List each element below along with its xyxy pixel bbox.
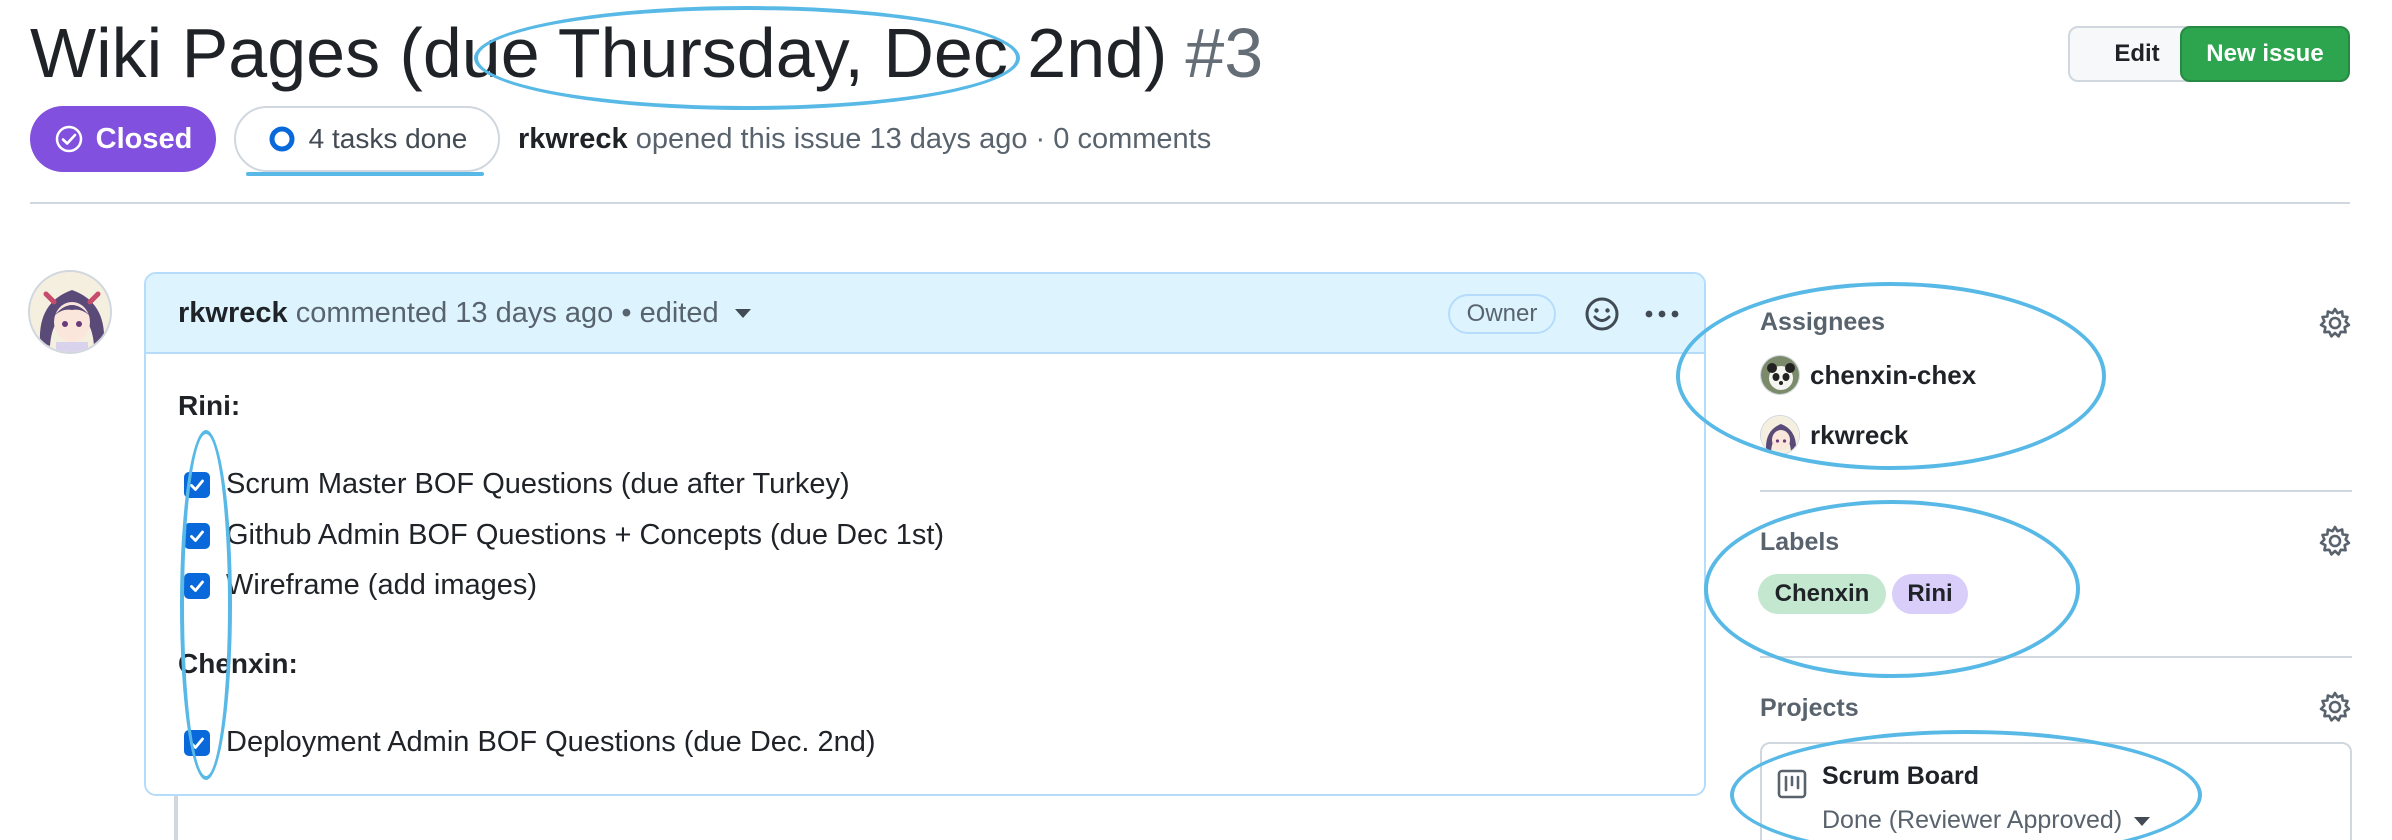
task-item: Github Admin BOF Questions + Concepts (d…: [184, 519, 944, 552]
chevron-down-icon[interactable]: [734, 308, 751, 318]
gear-icon[interactable]: [2318, 306, 2352, 340]
assignee-item[interactable]: rkwreck: [1760, 414, 1908, 456]
avatar[interactable]: [28, 270, 112, 354]
task-label: Wireframe (add images): [226, 569, 538, 601]
assignees-heading[interactable]: Assignees: [1760, 308, 1885, 337]
task-item: Deployment Admin BOF Questions (due Dec.…: [184, 726, 876, 759]
comment-meta: commented 13 days ago • edited: [295, 296, 719, 329]
status-label: Closed: [95, 122, 193, 155]
opened-text: opened this issue 13 days ago · 0 commen…: [635, 122, 1212, 155]
check-circle-icon: [55, 125, 82, 153]
owner-badge: Owner: [1448, 294, 1556, 334]
avatar: [1760, 355, 1800, 395]
gear-icon[interactable]: [2318, 524, 2352, 558]
assignee-item[interactable]: chenxin-chex: [1760, 354, 1976, 396]
timeline-line: [174, 796, 178, 840]
chevron-down-icon[interactable]: [2134, 816, 2151, 826]
task-item: Wireframe (add images): [184, 569, 537, 602]
comment-author-link[interactable]: rkwreck: [178, 297, 288, 329]
labels-heading[interactable]: Labels: [1760, 528, 1839, 557]
gear-icon[interactable]: [2318, 690, 2352, 724]
assignee-name: chenxin-chex: [1810, 359, 1977, 390]
label-chip-chenxin[interactable]: Chenxin: [1758, 574, 1886, 614]
progress-ring-icon: [269, 126, 295, 152]
project-name[interactable]: Scrum Board: [1822, 762, 1979, 791]
issue-meta: Closed 4 tasks done rkwreck opened this …: [30, 106, 1211, 172]
opened-info: rkwreck opened this issue 13 days ago · …: [518, 123, 1211, 156]
checkbox[interactable]: [184, 522, 210, 549]
section-heading-rini: Rini:: [178, 390, 241, 421]
issue-number: #3: [1185, 14, 1264, 92]
projects-heading[interactable]: Projects: [1760, 694, 1859, 723]
status-badge: Closed: [30, 106, 216, 172]
checkbox[interactable]: [184, 572, 210, 599]
task-label: Github Admin BOF Questions + Concepts (d…: [226, 519, 945, 551]
annotation-underline-tasks: [246, 172, 484, 176]
checkbox[interactable]: [184, 471, 210, 498]
task-label: Scrum Master BOF Questions (due after Tu…: [226, 468, 850, 500]
project-board-icon: [1777, 769, 1807, 799]
issue-title: Wiki Pages (due Thursday, Dec 2nd) #3: [30, 8, 1263, 98]
issue-author-link[interactable]: rkwreck: [518, 123, 628, 155]
project-status[interactable]: Done (Reviewer Approved): [1822, 806, 2151, 835]
project-status-label: Done (Reviewer Approved): [1822, 806, 2123, 834]
issue-title-text: Wiki Pages (due Thursday, Dec 2nd): [30, 14, 1168, 92]
new-issue-button[interactable]: New issue: [2180, 26, 2350, 82]
kebab-menu-icon[interactable]: [1640, 294, 1684, 334]
tasks-label: 4 tasks done: [308, 123, 468, 154]
checkbox[interactable]: [184, 729, 210, 756]
task-item: Scrum Master BOF Questions (due after Tu…: [184, 468, 850, 501]
assignee-name: rkwreck: [1810, 419, 1909, 450]
label-chip-rini[interactable]: Rini: [1892, 574, 1968, 614]
sidebar-divider: [1760, 656, 2352, 658]
header-divider: [30, 202, 2350, 204]
avatar: [1760, 415, 1800, 455]
avatar-image: [30, 272, 110, 352]
sidebar-divider: [1760, 490, 2352, 492]
tasks-progress[interactable]: 4 tasks done: [234, 106, 500, 172]
task-label: Deployment Admin BOF Questions (due Dec.…: [226, 726, 876, 758]
section-heading-chenxin: Chenxin:: [178, 648, 298, 679]
comment-box: rkwreck commented 13 days ago • edited O…: [144, 272, 1706, 796]
comment-header: rkwreck commented 13 days ago • edited O…: [146, 274, 1704, 354]
smiley-icon[interactable]: [1582, 294, 1622, 334]
